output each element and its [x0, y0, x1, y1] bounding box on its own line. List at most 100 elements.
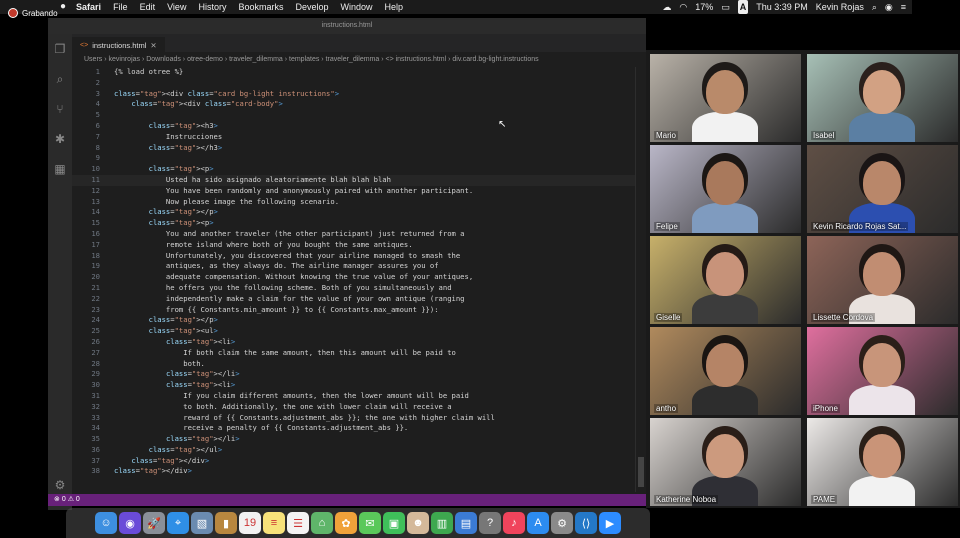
code-line[interactable]: 16 You and another traveler (the other p… [72, 229, 636, 240]
user-name[interactable]: Kevin Rojas [816, 0, 864, 14]
control-center-icon[interactable]: ≡ [901, 0, 906, 14]
siri-menu-icon[interactable]: ◉ [885, 0, 893, 14]
code-line[interactable]: 38 class="tag"></div> [72, 466, 636, 477]
cloud-icon[interactable]: ☁ [662, 0, 671, 14]
tab-instructions-html[interactable]: <> instructions.html ✕ [72, 36, 165, 55]
code-line[interactable]: 22 independently make a claim for the va… [72, 294, 636, 305]
code-line[interactable]: 24 class="tag"></p> [72, 315, 636, 326]
photos-preview-icon[interactable]: ▧ [191, 512, 213, 534]
participant-video[interactable]: Isabel [807, 54, 958, 142]
menu-develop[interactable]: Develop [295, 0, 328, 14]
datetime[interactable]: Thu 3:39 PM [756, 0, 808, 14]
menu-file[interactable]: File [113, 0, 128, 14]
code-line[interactable]: 7 Instrucciones [72, 132, 636, 143]
launchpad-icon[interactable]: 🚀 [143, 512, 165, 534]
code-line[interactable]: 18 Unfortunately, you discovered that yo… [72, 251, 636, 262]
wifi-icon[interactable]: ◠ [679, 0, 687, 14]
battery-percent[interactable]: 17% [695, 0, 713, 14]
code-line[interactable]: 9 [72, 153, 636, 164]
participant-video[interactable]: Felipe [650, 145, 801, 233]
scrollbar[interactable] [635, 67, 646, 492]
system-preferences-icon[interactable]: ⚙ [551, 512, 573, 534]
vscode-icon[interactable]: ⟨⟩ [575, 512, 597, 534]
error-icon[interactable]: ⊗ [54, 496, 60, 503]
error-count[interactable]: 0 [62, 496, 66, 503]
code-line[interactable]: 4 class="tag"><div class="card-body"> [72, 99, 636, 110]
zoom-icon[interactable]: ▶ [599, 512, 621, 534]
input-source-icon[interactable]: A [737, 0, 749, 14]
code-line[interactable]: 29 class="tag"></li> [72, 369, 636, 380]
menu-edit[interactable]: Edit [140, 0, 156, 14]
music-icon[interactable]: ♪ [503, 512, 525, 534]
code-line[interactable]: 34 receive a penalty of {{ Constants.adj… [72, 423, 636, 434]
code-line[interactable]: 30 class="tag"><li> [72, 380, 636, 391]
warning-icon[interactable]: ⚠ [68, 496, 74, 503]
code-line[interactable]: 14 class="tag"></p> [72, 207, 636, 218]
maps-icon[interactable]: ⌂ [311, 512, 333, 534]
code-line[interactable]: 2 [72, 78, 636, 89]
code-line[interactable]: 32 to both. Additionally, the one with l… [72, 402, 636, 413]
debug-icon[interactable]: ✱ [48, 124, 72, 154]
code-line[interactable]: 19 antiques, as they always do. The airl… [72, 261, 636, 272]
close-tab-icon[interactable]: ✕ [150, 41, 156, 50]
code-line[interactable]: 3 class="tag"><div class="card bg-light i… [72, 89, 636, 100]
code-line[interactable]: 25 class="tag"><ul> [72, 326, 636, 337]
code-editor[interactable]: 1 {% load otree %} 2 3 class="tag"><div clas… [72, 67, 636, 492]
code-line[interactable]: 13 Now please image the following scenar… [72, 197, 636, 208]
scrollbar-thumb[interactable] [638, 457, 644, 487]
code-line[interactable]: 26 class="tag"><li> [72, 337, 636, 348]
code-line[interactable]: 1 {% load otree %} [72, 67, 636, 78]
spotlight-search-icon[interactable]: ⌕ [872, 0, 877, 14]
photos-icon[interactable]: ✿ [335, 512, 357, 534]
messages-icon[interactable]: ✉ [359, 512, 381, 534]
participant-video[interactable]: Mario [650, 54, 801, 142]
notes-icon[interactable]: ≡ [263, 512, 285, 534]
participant-video[interactable]: PAME [807, 418, 958, 506]
finder-icon[interactable]: ☺ [95, 512, 117, 534]
app-menu[interactable]: Safari [76, 0, 101, 14]
app-store-icon[interactable]: A [527, 512, 549, 534]
siri-icon[interactable]: ◉ [119, 512, 141, 534]
explorer-icon[interactable]: ❐ [48, 34, 72, 64]
code-line[interactable]: 8 class="tag"></h3> [72, 143, 636, 154]
code-line[interactable]: 5 [72, 110, 636, 121]
code-line[interactable]: 35 class="tag"></li> [72, 434, 636, 445]
participant-video[interactable]: iPhone [807, 327, 958, 415]
notebook-icon[interactable]: ▮ [215, 512, 237, 534]
menu-bookmarks[interactable]: Bookmarks [238, 0, 283, 14]
code-line[interactable]: 11 Usted ha sido asignado aleatoriamente… [72, 174, 636, 186]
code-line[interactable]: 27 If both claim the same amount, then t… [72, 348, 636, 359]
code-line[interactable]: 12 You have been randomly and anonymousl… [72, 186, 636, 197]
code-line[interactable]: 36 class="tag"></ul> [72, 445, 636, 456]
menu-view[interactable]: View [167, 0, 186, 14]
participant-video[interactable]: Giselle [650, 236, 801, 324]
help-icon[interactable]: ? [479, 512, 501, 534]
extensions-icon[interactable]: ▦ [48, 154, 72, 184]
code-line[interactable]: 28 both. [72, 359, 636, 370]
safari-icon[interactable]: ⌖ [167, 512, 189, 534]
participant-video[interactable]: antho [650, 327, 801, 415]
participant-video[interactable]: Katherine Noboa [650, 418, 801, 506]
apple-menu-icon[interactable]: ● [60, 0, 66, 14]
keynote-icon[interactable]: ▤ [455, 512, 477, 534]
warning-count[interactable]: 0 [76, 496, 80, 503]
facetime-icon[interactable]: ▣ [383, 512, 405, 534]
menu-window[interactable]: Window [341, 0, 373, 14]
participant-video[interactable]: Kevin Ricardo Rojas Sat... [807, 145, 958, 233]
menu-help[interactable]: Help [385, 0, 404, 14]
code-line[interactable]: 10 class="tag"><p> [72, 164, 636, 175]
source-control-icon[interactable]: ⑂ [48, 94, 72, 124]
calendar-icon[interactable]: 19 [239, 512, 261, 534]
code-line[interactable]: 15 class="tag"><p> [72, 218, 636, 229]
code-line[interactable]: 20 adequate compensation. Without knowin… [72, 272, 636, 283]
search-icon[interactable]: ⌕ [48, 64, 72, 94]
code-line[interactable]: 6 class="tag"><h3> [72, 121, 636, 132]
contacts-icon[interactable]: ☻ [407, 512, 429, 534]
code-line[interactable]: 37 class="tag"></div> [72, 456, 636, 467]
code-line[interactable]: 33 reward of {{ Constants.adjustment_abs… [72, 413, 636, 424]
breadcrumb[interactable]: Users › kevinrojas › Downloads › otree-d… [72, 54, 646, 66]
battery-icon[interactable]: ▭ [721, 0, 730, 14]
code-line[interactable]: 23 from {{ Constants.min_amount }} to {{… [72, 305, 636, 316]
code-line[interactable]: 31 If you claim different amounts, then … [72, 391, 636, 402]
numbers-icon[interactable]: ▥ [431, 512, 453, 534]
